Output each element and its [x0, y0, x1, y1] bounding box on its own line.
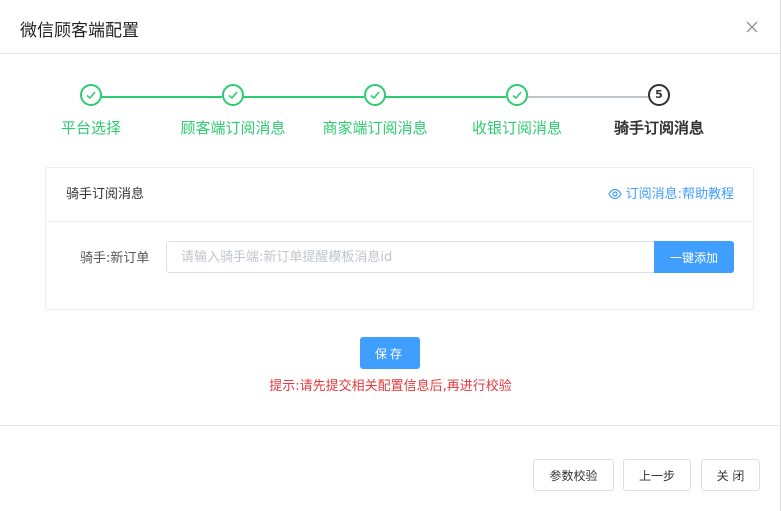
- eye-icon: [607, 187, 626, 202]
- card-header: 骑手订阅消息 订阅消息:帮助教程: [46, 168, 753, 222]
- prev-step-button[interactable]: 上一步: [623, 459, 691, 491]
- save-button[interactable]: 保存: [360, 337, 420, 369]
- step-3-check-icon: [364, 84, 386, 106]
- verify-params-button[interactable]: 参数校验: [533, 459, 614, 491]
- dialog-title: 微信顾客端配置: [20, 21, 139, 41]
- config-dialog: 微信顾客端配置 平台选择 顾客端订阅消息 商家端订阅消息 收银订阅消息 5 骑手…: [0, 0, 781, 511]
- close-icon[interactable]: [744, 19, 760, 35]
- step-connector: [101, 96, 222, 98]
- step-connector: [527, 96, 648, 98]
- card-title: 骑手订阅消息: [66, 187, 145, 202]
- stepper: 平台选择 顾客端订阅消息 商家端订阅消息 收银订阅消息 5 骑手订阅消息: [0, 84, 781, 144]
- step-connector: [385, 96, 506, 98]
- step-4-check-icon: [506, 84, 528, 106]
- rider-new-order-template-input[interactable]: [166, 241, 655, 273]
- help-tutorial-link[interactable]: 订阅消息:帮助教程: [607, 186, 734, 204]
- step-1-label: 平台选择: [60, 119, 122, 137]
- rider-subscription-card: 骑手订阅消息 订阅消息:帮助教程 骑手:新订单 一键添加: [45, 167, 754, 310]
- hint-text: 提示:请先提交相关配置信息后,再进行校验: [269, 379, 512, 394]
- dialog-footer: 参数校验 上一步 关 闭: [0, 425, 781, 511]
- step-5-number-icon: 5: [648, 84, 670, 106]
- rider-new-order-label: 骑手:新订单: [80, 251, 150, 266]
- step-4-label: 收银订阅消息: [471, 119, 563, 137]
- step-5-number: 5: [655, 88, 663, 101]
- step-3-label: 商家端订阅消息: [322, 119, 428, 137]
- step-2-check-icon: [222, 84, 244, 106]
- step-5-label: 骑手订阅消息: [613, 119, 705, 137]
- step-2-label: 顾客端订阅消息: [180, 119, 286, 137]
- dialog-header: 微信顾客端配置: [0, 0, 781, 54]
- one-click-add-button[interactable]: 一键添加: [654, 241, 734, 273]
- step-connector: [243, 96, 364, 98]
- step-1-check-icon: [80, 84, 102, 106]
- close-button[interactable]: 关 闭: [701, 459, 760, 491]
- help-tutorial-label: 订阅消息:帮助教程: [625, 187, 734, 202]
